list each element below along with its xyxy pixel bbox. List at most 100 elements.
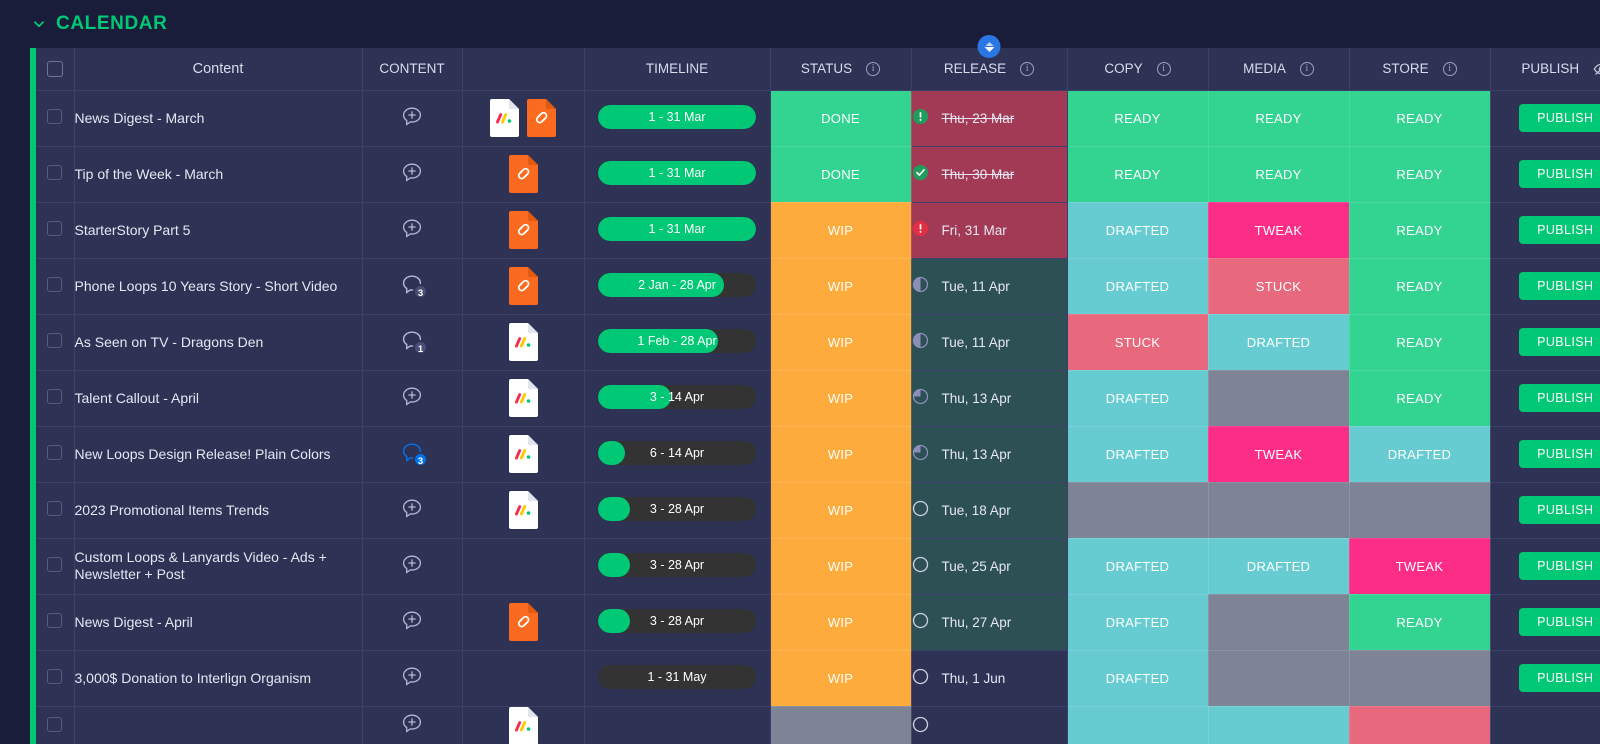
row-checkbox[interactable] (47, 501, 63, 516)
header-status[interactable]: STATUS i (770, 48, 912, 91)
row-checkbox[interactable] (47, 333, 63, 348)
header-content-name[interactable]: Content (74, 48, 363, 91)
timeline-bar[interactable]: 1 - 31 Mar (598, 216, 756, 241)
timeline-bar[interactable]: 1 Feb - 28 Apr (598, 328, 756, 353)
row-select-cell[interactable] (36, 650, 75, 707)
timeline-bar[interactable]: 1 - 31 May (598, 664, 756, 689)
row-checkbox[interactable] (47, 716, 63, 732)
status-cell[interactable]: WIP (770, 370, 912, 427)
media-cell[interactable]: READY (1208, 146, 1350, 203)
row-comment-cell[interactable] (362, 594, 463, 651)
comment-count-icon[interactable]: 1 (400, 329, 428, 355)
row-name-cell[interactable]: StarterStory Part 5 (74, 202, 363, 259)
row-timeline-cell[interactable]: 1 - 31 Mar (584, 146, 771, 203)
table-row[interactable]: Custom Loops & Lanyards Video - Ads + Ne… (36, 538, 1600, 595)
status-cell[interactable]: WIP (770, 482, 912, 539)
row-select-cell[interactable] (36, 426, 75, 483)
media-cell[interactable]: READY (1208, 90, 1350, 147)
timeline-bar[interactable]: 1 - 31 Mar (598, 104, 756, 129)
status-cell[interactable]: WIP (770, 314, 912, 371)
row-select-cell[interactable] (36, 314, 75, 371)
row-comment-cell[interactable]: 3 (362, 258, 463, 315)
release-cell[interactable]: Tue, 18 Apr (911, 482, 1068, 539)
row-timeline-cell[interactable] (584, 706, 771, 744)
add-comment-icon[interactable] (400, 665, 424, 689)
copy-cell[interactable]: STUCK (1067, 314, 1209, 371)
row-comment-cell[interactable] (362, 370, 463, 427)
row-files-cell[interactable] (462, 706, 585, 744)
store-cell[interactable]: TWEAK (1349, 538, 1491, 595)
row-files-cell[interactable] (462, 90, 585, 147)
row-timeline-cell[interactable]: 3 - 28 Apr (584, 482, 771, 539)
row-files-cell[interactable] (462, 650, 585, 707)
release-cell[interactable]: Thu, 23 Mar (911, 90, 1068, 147)
row-files-cell[interactable] (462, 426, 585, 483)
publish-button[interactable]: PUBLISH (1519, 664, 1600, 692)
row-name-cell[interactable]: News Digest - April (74, 594, 363, 651)
row-timeline-cell[interactable]: 3 - 14 Apr (584, 370, 771, 427)
row-comment-cell[interactable] (362, 650, 463, 707)
release-cell[interactable]: Thu, 27 Apr (911, 594, 1068, 651)
row-timeline-cell[interactable]: 1 - 31 Mar (584, 90, 771, 147)
media-cell[interactable] (1208, 594, 1350, 651)
timeline-bar[interactable]: 1 - 31 Mar (598, 160, 756, 185)
row-comment-cell[interactable] (362, 146, 463, 203)
publish-button[interactable]: PUBLISH (1519, 552, 1600, 580)
row-files-cell[interactable] (462, 202, 585, 259)
header-publish[interactable]: PUBLISH (1490, 48, 1600, 91)
row-select-cell[interactable] (36, 146, 75, 203)
row-name-cell[interactable]: 3,000$ Donation to Interlign Organism (74, 650, 363, 707)
publish-cell[interactable]: PUBLISH (1490, 370, 1600, 427)
header-store[interactable]: STORE i (1349, 48, 1491, 91)
add-comment-icon[interactable] (400, 497, 424, 521)
row-comment-cell[interactable] (362, 482, 463, 539)
release-cell[interactable]: Thu, 30 Mar (911, 146, 1068, 203)
header-select-all[interactable] (36, 48, 75, 91)
status-cell[interactable]: WIP (770, 538, 912, 595)
row-checkbox[interactable] (47, 109, 63, 124)
row-select-cell[interactable] (36, 258, 75, 315)
row-files-cell[interactable] (462, 146, 585, 203)
publish-button[interactable]: PUBLISH (1519, 328, 1600, 356)
release-cell[interactable] (911, 706, 1068, 744)
media-cell[interactable] (1208, 370, 1350, 427)
info-icon[interactable]: i (1299, 61, 1314, 76)
copy-cell[interactable]: DRAFTED (1067, 594, 1209, 651)
add-comment-icon[interactable] (400, 553, 424, 577)
store-cell[interactable]: READY (1349, 146, 1491, 203)
row-select-cell[interactable] (36, 370, 75, 427)
store-cell[interactable]: READY (1349, 258, 1491, 315)
media-cell[interactable]: STUCK (1208, 258, 1350, 315)
header-copy[interactable]: COPY i (1067, 48, 1209, 91)
row-comment-cell[interactable] (362, 706, 463, 744)
release-cell[interactable]: Tue, 11 Apr (911, 258, 1068, 315)
add-comment-icon[interactable] (400, 609, 424, 633)
table-row[interactable]: 3,000$ Donation to Interlign Organism 1 … (36, 650, 1600, 707)
store-cell[interactable] (1349, 650, 1491, 707)
media-cell[interactable]: TWEAK (1208, 426, 1350, 483)
row-checkbox[interactable] (47, 445, 63, 460)
store-cell[interactable]: READY (1349, 594, 1491, 651)
table-row[interactable]: 2023 Promotional Items Trends 3 - 28 Apr… (36, 482, 1600, 539)
row-name-cell[interactable]: Custom Loops & Lanyards Video - Ads + Ne… (74, 538, 363, 595)
timeline-bar[interactable]: 3 - 14 Apr (598, 384, 756, 409)
header-media[interactable]: MEDIA i (1208, 48, 1350, 91)
sort-asc-desc-icon[interactable] (977, 35, 1001, 58)
publish-cell[interactable]: PUBLISH (1490, 482, 1600, 539)
table-row[interactable]: Phone Loops 10 Years Story - Short Video… (36, 258, 1600, 315)
status-cell[interactable]: WIP (770, 650, 912, 707)
media-cell[interactable]: TWEAK (1208, 202, 1350, 259)
add-comment-icon[interactable] (400, 105, 424, 129)
store-cell[interactable]: READY (1349, 314, 1491, 371)
publish-button[interactable]: PUBLISH (1519, 440, 1600, 468)
media-cell[interactable] (1208, 706, 1350, 744)
add-comment-icon[interactable] (400, 161, 424, 185)
table-row[interactable]: News Digest - April 3 - 28 Apr WIP Thu, … (36, 594, 1600, 651)
row-timeline-cell[interactable]: 1 - 31 Mar (584, 202, 771, 259)
info-icon[interactable]: i (866, 61, 881, 76)
publish-button[interactable]: PUBLISH (1519, 384, 1600, 412)
timeline-bar[interactable]: 3 - 28 Apr (598, 496, 756, 521)
row-name-cell[interactable]: As Seen on TV - Dragons Den (74, 314, 363, 371)
store-cell[interactable]: READY (1349, 90, 1491, 147)
row-select-cell[interactable] (36, 706, 75, 744)
